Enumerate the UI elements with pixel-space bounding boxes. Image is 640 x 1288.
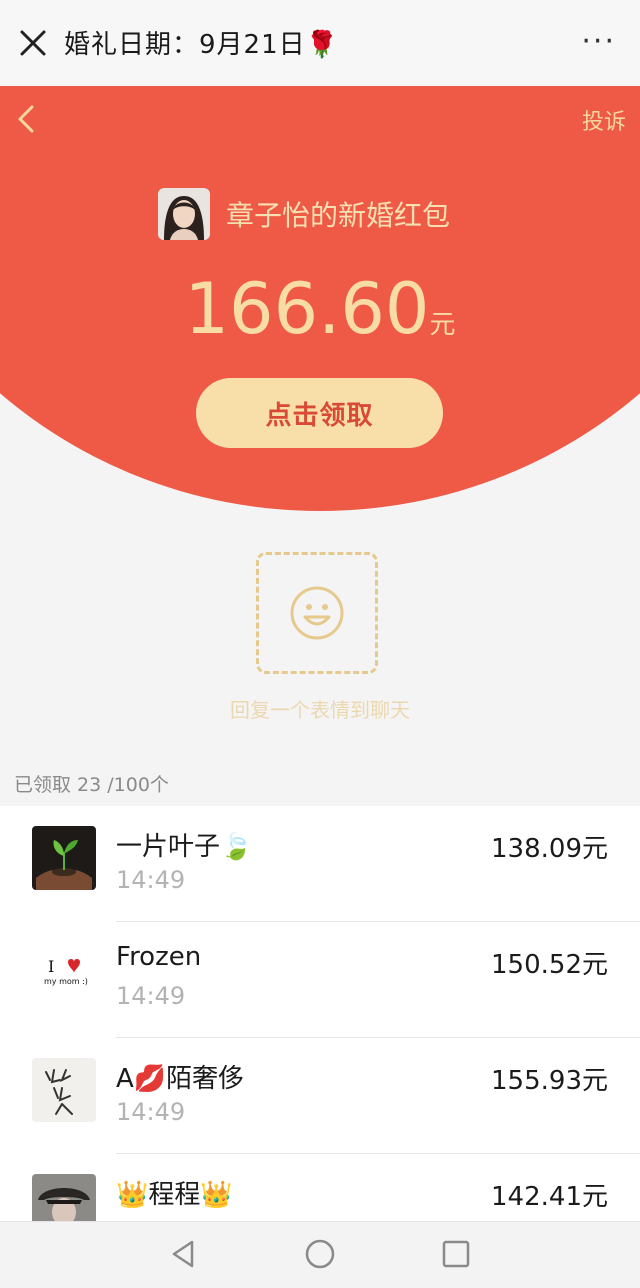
sender-title: 章子怡的新婚红包 (226, 199, 451, 232)
avatar (32, 826, 96, 890)
claimer-name: 👑程程👑 (116, 1180, 233, 1210)
avatar (32, 1058, 96, 1122)
claim-amount: 142.41元 (491, 1182, 608, 1212)
svg-text:I: I (48, 957, 54, 976)
home-circle-icon[interactable] (304, 1238, 336, 1270)
back-triangle-icon[interactable] (168, 1238, 200, 1270)
avatar: I my mom :) (32, 942, 96, 1006)
list-item[interactable]: A💋陌奢侈 14:49 155.93元 (0, 1038, 640, 1154)
svg-text:my mom :): my mom :) (44, 977, 88, 986)
list-item[interactable]: 一片叶子🍃 14:49 138.09元 (0, 806, 640, 922)
claim-amount: 138.09元 (491, 834, 608, 864)
calligraphy-avatar-icon (32, 1058, 96, 1122)
claim-amount: 150.52元 (491, 950, 608, 980)
claim-time: 14:49 (116, 866, 186, 894)
avatar-portrait-icon (158, 188, 210, 240)
claim-button[interactable]: 点击领取 (196, 378, 443, 448)
claimer-name: A💋陌奢侈 (116, 1064, 245, 1094)
claimed-count: 已领取 23 /100个 (14, 774, 169, 796)
system-navigation-bar (0, 1221, 640, 1288)
smiley-icon (290, 586, 344, 640)
report-button[interactable]: 投诉 (582, 104, 626, 136)
claim-time: 14:49 (116, 982, 186, 1010)
list-item[interactable]: I my mom :) Frozen 14:49 150.52元 (0, 922, 640, 1038)
sprout-avatar-icon (32, 826, 96, 890)
close-icon[interactable] (18, 28, 48, 58)
claimer-name: 一片叶子🍃 (116, 832, 253, 862)
back-chevron-icon[interactable] (14, 104, 36, 134)
person-hat-avatar-icon (32, 1174, 96, 1221)
avatar (32, 1174, 96, 1221)
emoji-reply-hint: 回复一个表情到聊天 (230, 698, 410, 722)
window-title: 婚礼日期：9月21日🌹 (64, 30, 339, 60)
claims-list: 一片叶子🍃 14:49 138.09元 I my mom :) Frozen 1… (0, 806, 640, 1221)
list-item[interactable]: 👑程程👑 142.41元 (0, 1154, 640, 1221)
amount-value: 166.60 (184, 268, 430, 350)
claimer-name: Frozen (116, 942, 202, 972)
amount-unit: 元 (429, 310, 456, 340)
claim-amount: 155.93元 (491, 1066, 608, 1096)
claim-time: 14:49 (116, 1098, 186, 1126)
emoji-reply-box[interactable] (256, 552, 378, 674)
amount-display: 166.60元 (0, 268, 640, 350)
i-love-my-mom-avatar-icon: I my mom :) (32, 942, 96, 1006)
sender-avatar (158, 188, 210, 240)
recents-square-icon[interactable] (440, 1238, 472, 1270)
more-options-icon[interactable]: ··· (581, 24, 616, 59)
title-bar: 婚礼日期：9月21日🌹 ··· (0, 0, 640, 87)
